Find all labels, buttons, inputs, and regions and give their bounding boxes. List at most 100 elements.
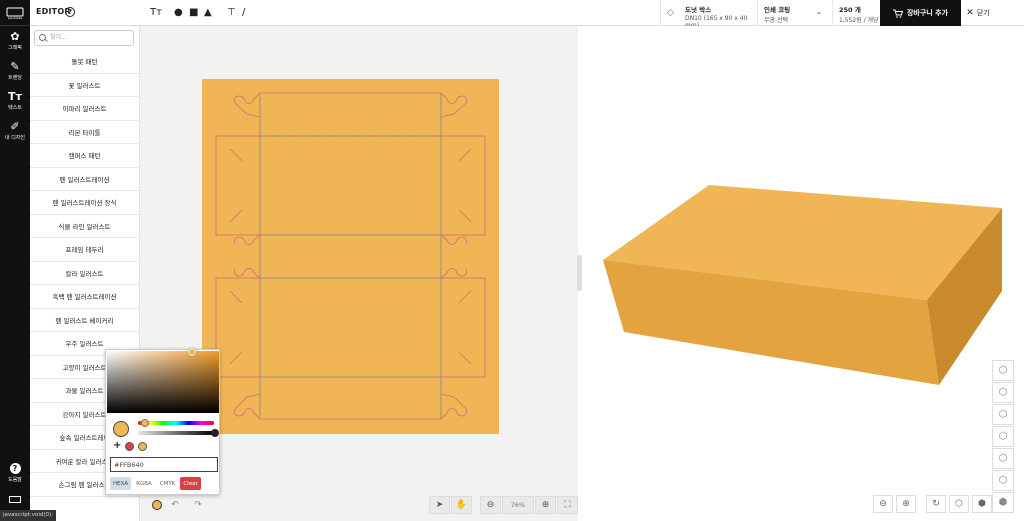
hex-color-input[interactable] (110, 457, 218, 472)
3d-zoom-in-icon[interactable]: ⊕ (896, 495, 916, 513)
saturation-knob[interactable] (188, 348, 196, 356)
view-left-cube-icon[interactable]: ⬡ (992, 426, 1014, 447)
dieline-drawing (215, 92, 486, 420)
text-tool-icon[interactable]: Tт (150, 7, 162, 18)
alpha-slider[interactable] (138, 431, 214, 435)
close-button[interactable]: ✕ 닫기 (962, 0, 994, 26)
trending-icon: ✎ (10, 60, 20, 73)
zoom-level: 76% (502, 496, 534, 514)
close-icon: ✕ (966, 8, 974, 18)
view-right-cube-icon[interactable]: ⬡ (992, 404, 1014, 425)
rail-text[interactable]: Tт 텍스트 (0, 86, 30, 116)
3d-cube-icon[interactable]: ⬡ (949, 495, 969, 513)
clear-color-button[interactable]: Clear (180, 477, 201, 490)
view-back-cube-icon[interactable]: ⬡ (992, 448, 1014, 469)
editor-help-icon[interactable]: ? (65, 7, 75, 17)
svg-text:pandalike: pandalike (8, 16, 23, 20)
view-bottom-cube-icon[interactable]: ⬡ (992, 470, 1014, 491)
rail-my-design-label: 내 디자인 (5, 135, 25, 141)
saved-colors: + (113, 441, 148, 451)
rail-help[interactable]: ? 도움말 (0, 458, 30, 488)
rail-text-label: 텍스트 (8, 105, 22, 111)
view-front-cube-icon[interactable]: ⬡ (992, 382, 1014, 403)
3d-preview-pane[interactable] (582, 26, 1024, 521)
cart-icon (892, 9, 903, 18)
category-item[interactable]: 돌봇 패턴 (30, 50, 139, 74)
rail-help-label: 도움말 (8, 477, 22, 483)
add-color-icon[interactable]: + (113, 441, 121, 451)
text-icon: Tт (8, 90, 22, 103)
help-icon: ? (9, 463, 21, 474)
category-item[interactable]: 칼라 일러스트 (30, 262, 139, 285)
category-item[interactable]: 이파리 일러스트 (30, 97, 139, 121)
close-label: 닫기 (976, 9, 990, 17)
product-selector[interactable]: ◇ 도넛 박스 DN10 (165 x 90 x 40 mm) (660, 0, 762, 29)
redo-icon[interactable]: ↷ (188, 497, 208, 513)
hue-slider-handle[interactable] (141, 419, 149, 427)
canvas-toolbar: ➤ ✋ ⊖ 76% ⊕ ⛶ (429, 496, 578, 514)
saved-color-orange[interactable] (138, 441, 148, 451)
zoom-out-icon[interactable]: ⊖ (480, 496, 501, 514)
color-mode-tabs: HEXA RGBA CMYK Clear (110, 477, 201, 490)
add-to-cart-button[interactable]: 장바구니 추가 (880, 0, 961, 26)
color-picker-popover: + HEXA RGBA CMYK Clear (105, 348, 220, 495)
rail-trending-label: 트렌딩 (8, 75, 22, 81)
category-item[interactable]: 흑백 펜 일러스트레이션 (30, 285, 139, 309)
select-pointer-icon[interactable]: ➤ (429, 496, 450, 514)
saturation-value-area[interactable] (107, 348, 219, 413)
history-bar: ↶ ↷ (152, 497, 208, 513)
search-icon (39, 34, 46, 41)
rail-trending[interactable]: ✎ 트렌딩 (0, 56, 30, 86)
view-iso-cube-icon[interactable]: ⬢ (992, 492, 1014, 513)
hue-slider[interactable] (138, 421, 214, 425)
brand-logo[interactable]: pandalike (0, 0, 30, 26)
coating-chevron-down-icon[interactable]: ⌄ (816, 8, 822, 16)
circle-shape-icon[interactable]: ● (174, 7, 183, 18)
undo-icon[interactable]: ↶ (165, 497, 185, 513)
view-angle-toolbar: ⬡ ⬡ ⬡ ⬡ ⬡ ⬡ ⬢ (992, 360, 1014, 513)
mode-cmyk-tab[interactable]: CMYK (157, 477, 179, 490)
category-item[interactable]: 꽃 일러스트 (30, 74, 139, 97)
box-icon: ◇ (667, 8, 674, 18)
mode-hexa-tab[interactable]: HEXA (110, 477, 132, 490)
pen-tool-icon[interactable]: / (242, 7, 245, 18)
category-item[interactable]: 펜 일러스트레이션 장식 (30, 191, 139, 215)
product-name: 도넛 박스 (685, 6, 712, 14)
fit-screen-icon[interactable]: ⛶ (557, 496, 578, 514)
status-url-tip: javascript:void(0); (0, 510, 56, 521)
3d-open-box-icon[interactable]: ⬢ (972, 495, 992, 513)
rail-my-design[interactable]: ✐ 내 디자인 (0, 116, 30, 146)
saved-color-red[interactable] (125, 441, 135, 451)
box-dieline-sheet[interactable] (202, 79, 499, 434)
mode-rgba-tab[interactable]: RGBA (133, 477, 155, 490)
category-item[interactable]: 펜 일러스트레이션 (30, 168, 139, 191)
my-design-icon: ✐ (10, 120, 20, 133)
category-search-input[interactable]: 찾기... (34, 30, 134, 46)
search-placeholder: 찾기... (50, 34, 67, 41)
3d-box-model (603, 185, 1002, 385)
category-item[interactable]: 프레임 테두리 (30, 238, 139, 262)
zoom-in-icon[interactable]: ⊕ (535, 496, 556, 514)
3d-view-controls: ⊖ ⊕ ↻ ⬡ ⬢ (873, 495, 992, 513)
view-top-cube-icon[interactable]: ⬡ (992, 360, 1014, 381)
3d-zoom-out-icon[interactable]: ⊖ (873, 495, 893, 513)
category-item[interactable]: 식물 라인 일러스트 (30, 215, 139, 238)
text-style-icon[interactable]: ⊤ (227, 7, 236, 18)
coating-value: 무광 선택 (764, 17, 788, 24)
coating-selector[interactable]: 인쇄 코팅 무광 선택 (757, 0, 837, 26)
add-to-cart-label: 장바구니 추가 (906, 9, 949, 17)
category-item[interactable]: 펜 일러스트 베이커리 (30, 309, 139, 332)
fill-color-swatch[interactable] (152, 500, 162, 510)
rail-graphic-label: 그래픽 (8, 45, 22, 51)
left-rail: pandalike ✿ 그래픽 ✎ 트렌딩 Tт 텍스트 ✐ 내 디자인 ? 도… (0, 0, 30, 521)
triangle-shape-icon[interactable]: ▲ (204, 7, 212, 18)
alpha-slider-handle[interactable] (211, 429, 219, 437)
category-item[interactable]: 캠퍼스 패턴 (30, 144, 139, 168)
top-bar: EDITOR ? Tт ● ■ ▲ ⊤ / ◇ 도넛 박스 DN10 (165 … (30, 0, 1024, 29)
rail-keyboard[interactable] (0, 488, 30, 510)
3d-reset-rotate-icon[interactable]: ↻ (926, 495, 946, 513)
rail-graphic[interactable]: ✿ 그래픽 (0, 26, 30, 56)
square-shape-icon[interactable]: ■ (189, 7, 198, 18)
pan-hand-icon[interactable]: ✋ (451, 496, 472, 514)
category-item[interactable]: 리본 타이틀 (30, 121, 139, 144)
